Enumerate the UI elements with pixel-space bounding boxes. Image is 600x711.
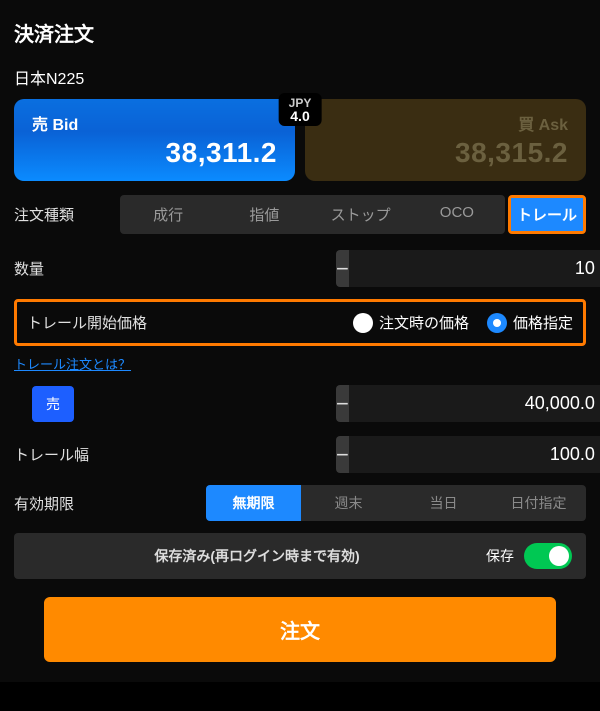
trail-start-box: トレール開始価格 注文時の価格 価格指定 bbox=[14, 299, 586, 346]
trail-width-stepper: − + bbox=[336, 436, 586, 473]
trail-start-radio-group: 注文時の価格 価格指定 bbox=[353, 312, 573, 333]
spread-box: JPY 4.0 bbox=[279, 93, 322, 126]
trail-start-label: トレール開始価格 bbox=[27, 312, 147, 333]
radio-label: 価格指定 bbox=[513, 312, 573, 333]
ask-price: 38,315.2 bbox=[323, 137, 568, 169]
trail-price-input[interactable] bbox=[349, 385, 600, 422]
qty-label: 数量 bbox=[14, 258, 120, 279]
order-type-trail[interactable]: トレール bbox=[511, 198, 583, 231]
quote-row: 売 Bid 38,311.2 JPY 4.0 買 Ask 38,315.2 bbox=[14, 99, 586, 181]
bid-label: 売 Bid bbox=[32, 111, 277, 135]
order-type-limit[interactable]: 指値 bbox=[216, 195, 312, 234]
order-type-segment: 成行 指値 ストップ OCO bbox=[120, 195, 505, 234]
trail-width-input[interactable] bbox=[349, 436, 600, 473]
qty-minus-button[interactable]: − bbox=[336, 250, 349, 287]
radio-label: 注文時の価格 bbox=[379, 312, 469, 333]
sell-badge[interactable]: 売 bbox=[32, 386, 74, 422]
order-type-label: 注文種類 bbox=[14, 204, 120, 225]
expiry-segment: 無期限 週末 当日 日付指定 bbox=[206, 485, 586, 521]
save-toggle[interactable] bbox=[524, 543, 572, 569]
trail-width-label: トレール幅 bbox=[14, 444, 120, 465]
expiry-date[interactable]: 日付指定 bbox=[491, 485, 586, 521]
bid-card[interactable]: 売 Bid 38,311.2 bbox=[14, 99, 295, 181]
order-type-stop[interactable]: ストップ bbox=[313, 195, 409, 234]
radio-price-specify[interactable]: 価格指定 bbox=[487, 312, 573, 333]
symbol-name: 日本N225 bbox=[14, 65, 586, 89]
expiry-today[interactable]: 当日 bbox=[396, 485, 491, 521]
ask-label: 買 Ask bbox=[323, 111, 568, 135]
save-row: 保存済み(再ログイン時まで有効) 保存 bbox=[14, 533, 586, 579]
bid-price: 38,311.2 bbox=[32, 137, 277, 169]
order-type-trail-highlight: トレール bbox=[508, 195, 586, 234]
expiry-weekend[interactable]: 週末 bbox=[301, 485, 396, 521]
save-label: 保存 bbox=[486, 546, 514, 566]
spread-value: 4.0 bbox=[289, 109, 312, 124]
order-type-oco[interactable]: OCO bbox=[409, 195, 505, 234]
expiry-label: 有効期限 bbox=[14, 493, 120, 514]
expiry-unlimited[interactable]: 無期限 bbox=[206, 485, 301, 521]
trail-price-minus-button[interactable]: − bbox=[336, 385, 349, 422]
qty-input[interactable] bbox=[349, 250, 600, 287]
saved-text: 保存済み(再ログイン時まで有効) bbox=[28, 546, 486, 566]
qty-stepper: − + bbox=[336, 250, 586, 287]
submit-button[interactable]: 注文 bbox=[44, 597, 556, 662]
trail-price-stepper: − + bbox=[336, 385, 586, 422]
trail-help-link[interactable]: トレール注文とは？ bbox=[14, 354, 131, 373]
order-type-market[interactable]: 成行 bbox=[120, 195, 216, 234]
radio-dot-icon bbox=[353, 313, 373, 333]
page-title: 決済注文 bbox=[14, 10, 586, 65]
trail-width-minus-button[interactable]: − bbox=[336, 436, 349, 473]
ask-card[interactable]: 買 Ask 38,315.2 bbox=[305, 99, 586, 181]
radio-dot-selected-icon bbox=[487, 313, 507, 333]
radio-order-time-price[interactable]: 注文時の価格 bbox=[353, 312, 469, 333]
